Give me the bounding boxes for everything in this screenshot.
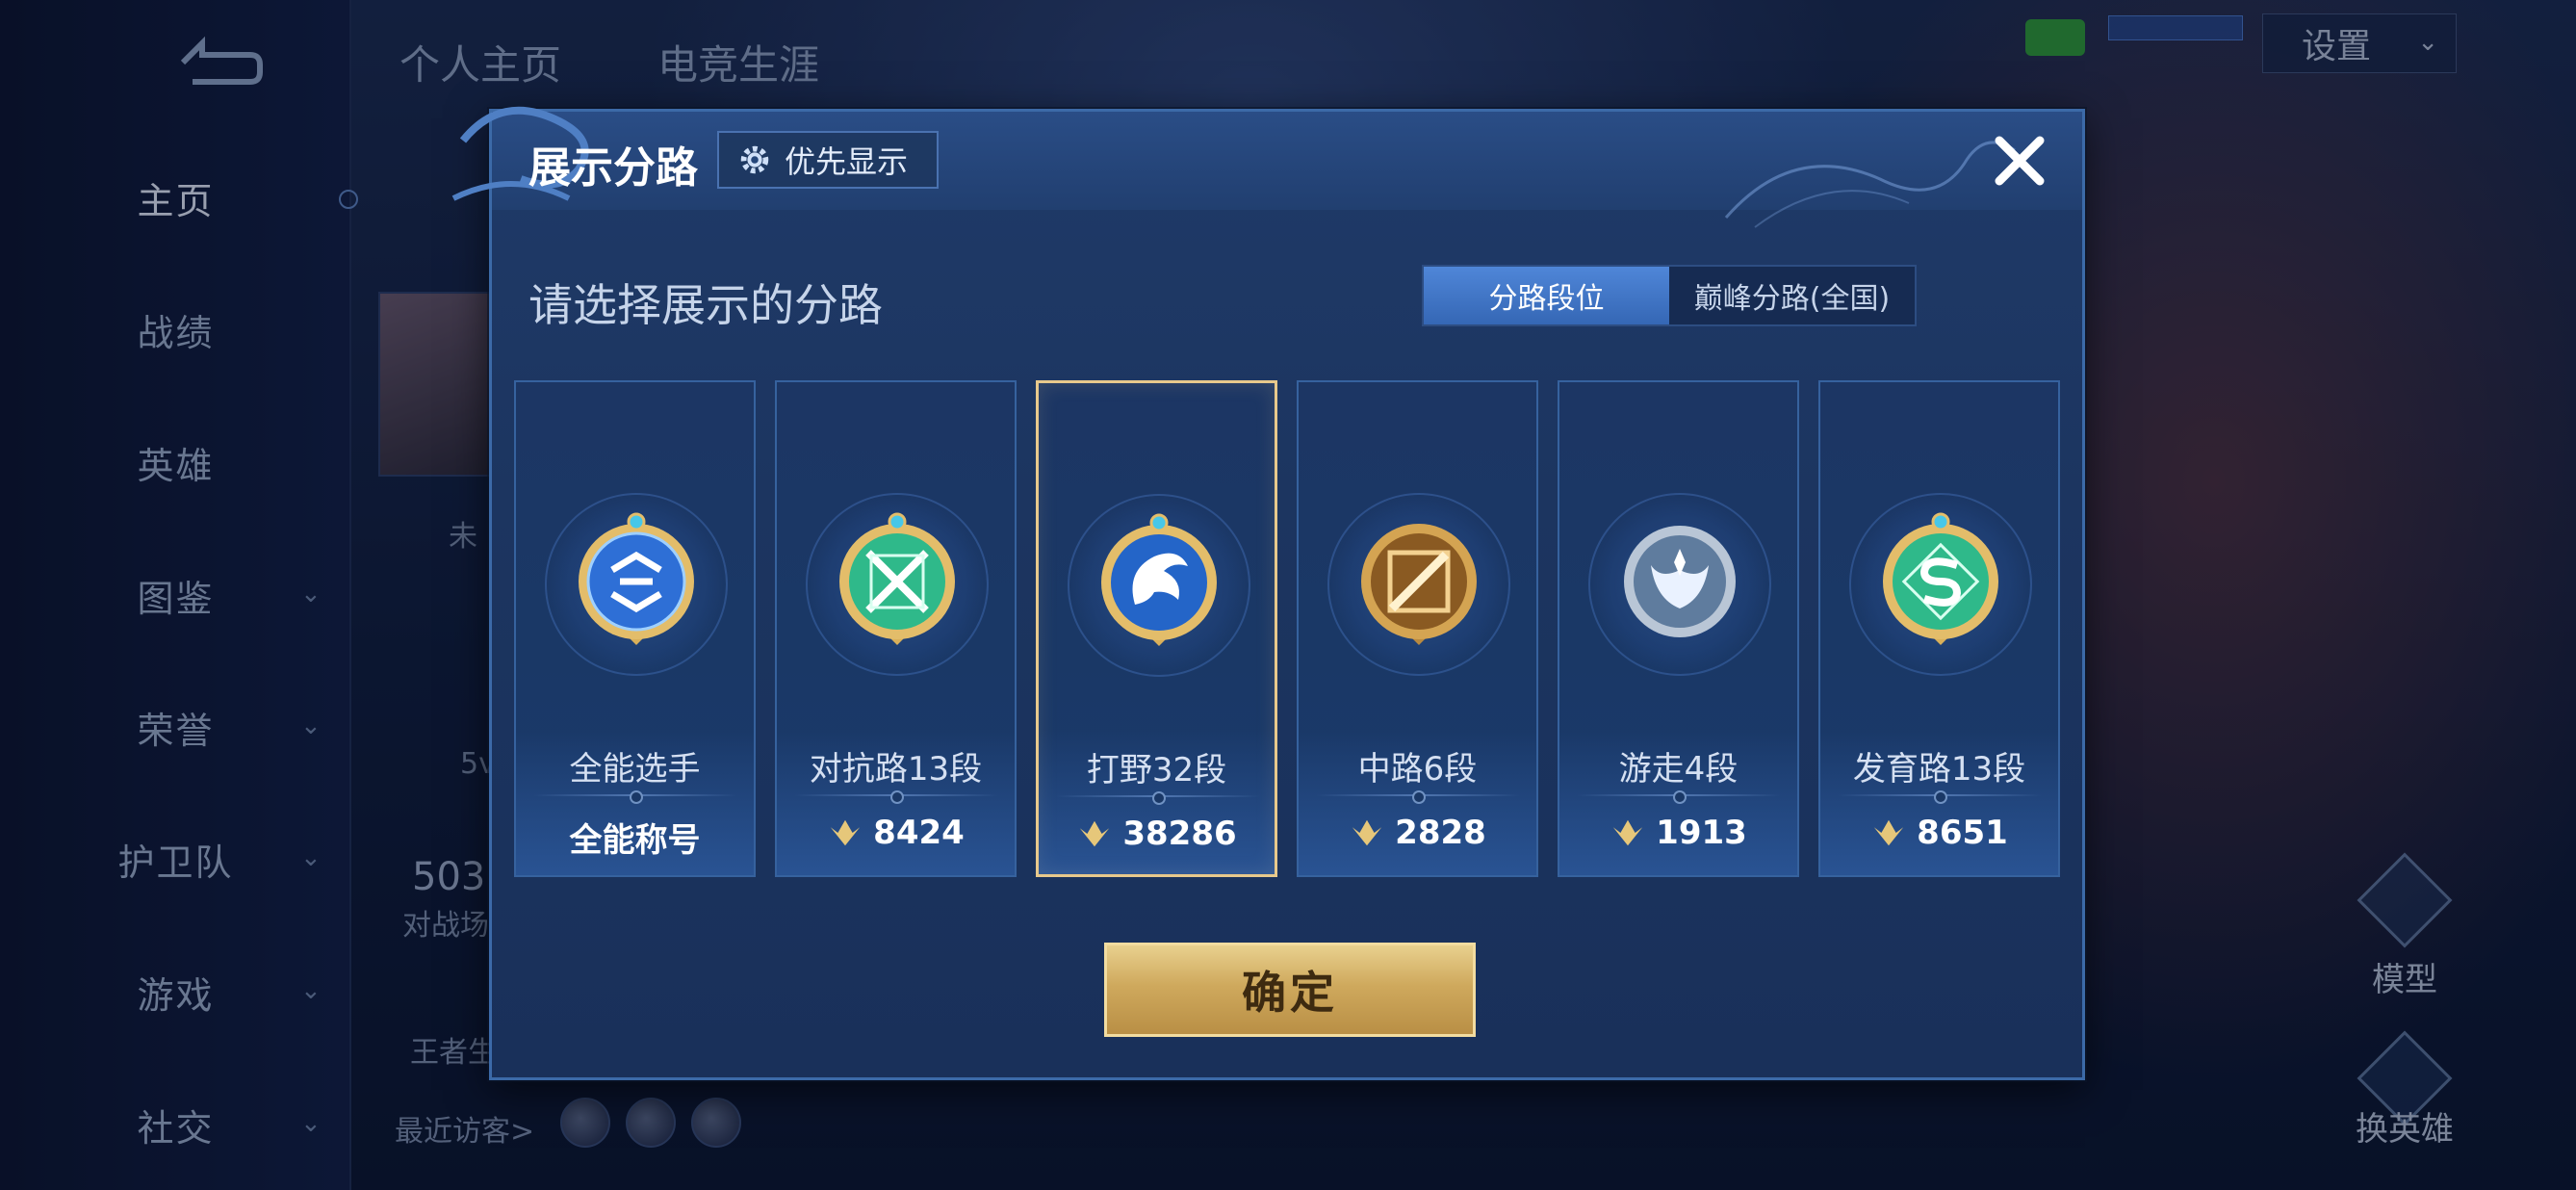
dialog-subtitle: 请选择展示的分路	[528, 279, 883, 331]
tab-peak-lane-national[interactable]: 巅峰分路(全国)	[1669, 267, 1915, 324]
divider	[1056, 791, 1260, 805]
roam-emblem-icon	[1624, 526, 1736, 637]
divider	[1838, 790, 2042, 804]
lane-name: 游走4段	[1618, 750, 1739, 789]
lane-card-farm[interactable]: 发育路13段 8651	[1818, 380, 2060, 877]
lane-display-dialog: 展示分路 优先显示 请选择展示的分路 分路段位 巅峰分路(全国) 全能选手 全能…	[451, 106, 2085, 1080]
lane-score: 8424	[777, 814, 1015, 852]
lane-score: 38286	[1039, 815, 1275, 853]
lane-cards: 全能选手 全能称号 对抗路13段 8424 打野32段 38286 中路6段 2…	[514, 380, 2066, 877]
lane-name: 发育路13段	[1852, 750, 2026, 789]
lane-score: 2828	[1299, 814, 1536, 852]
score-icon	[1873, 819, 1904, 846]
lane-card-clash[interactable]: 对抗路13段 8424	[775, 380, 1017, 877]
segmented-control: 分路段位 巅峰分路(全国)	[1422, 265, 1917, 326]
priority-display-label: 优先显示	[785, 143, 909, 180]
all-round-title-label: 全能称号	[569, 821, 701, 860]
divider	[794, 790, 998, 804]
lane-name: 中路6段	[1357, 750, 1478, 789]
lane-score: 8651	[1820, 814, 2058, 852]
gear-icon	[740, 145, 769, 174]
score-icon	[1080, 820, 1110, 847]
lane-score-value: 2828	[1395, 814, 1486, 852]
cloud-ornament-icon	[1724, 141, 2016, 228]
jungle-emblem-icon	[1101, 513, 1217, 646]
close-icon[interactable]	[1986, 127, 2053, 194]
divider	[1577, 790, 1781, 804]
score-icon	[1612, 819, 1643, 846]
lane-score-value: 1913	[1656, 814, 1747, 852]
lane-card-all-round[interactable]: 全能选手 全能称号	[514, 380, 756, 877]
all-round-emblem-icon	[579, 512, 694, 645]
priority-display-button[interactable]: 优先显示	[717, 131, 939, 189]
clash-lane-emblem-icon	[839, 512, 955, 645]
farm-lane-emblem-icon	[1883, 512, 1998, 645]
lane-score-value: 8424	[873, 814, 965, 852]
mid-lane-emblem-icon	[1361, 524, 1477, 645]
lane-name: 打野32段	[1086, 751, 1227, 789]
lane-score: 1913	[1559, 814, 1797, 852]
tab-lane-rank[interactable]: 分路段位	[1424, 267, 1669, 324]
score-icon	[830, 819, 861, 846]
lane-score-value: 8651	[1917, 814, 2008, 852]
lane-card-mid[interactable]: 中路6段 2828	[1297, 380, 1538, 877]
divider	[1316, 790, 1520, 804]
dialog-title: 展示分路	[528, 143, 698, 193]
lane-name: 全能选手	[569, 750, 701, 789]
lane-card-jungle[interactable]: 打野32段 38286	[1036, 380, 1277, 877]
confirm-button[interactable]: 确定	[1104, 943, 1476, 1037]
lane-card-roam[interactable]: 游走4段 1913	[1558, 380, 1799, 877]
score-icon	[1352, 819, 1382, 846]
lane-name: 对抗路13段	[809, 750, 983, 789]
lane-score-value: 38286	[1122, 815, 1237, 853]
divider	[533, 790, 737, 804]
